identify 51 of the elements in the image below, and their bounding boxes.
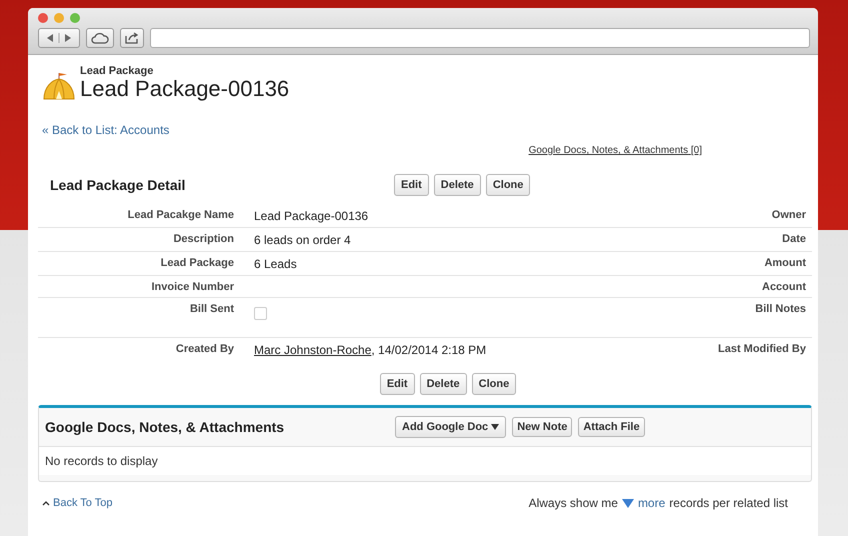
field-label: Last Modified By bbox=[716, 343, 806, 357]
maximize-icon[interactable] bbox=[70, 13, 80, 23]
back-to-top-link[interactable]: Back To Top bbox=[42, 497, 113, 509]
field-label: Owner bbox=[770, 209, 806, 223]
field-label: Bill Sent bbox=[188, 303, 234, 317]
cloud-icon bbox=[91, 32, 109, 44]
record-title: Lead Package-00136 bbox=[80, 77, 290, 101]
field-label: Lead Pacakge Name bbox=[126, 209, 234, 223]
footer-text: records per related list bbox=[669, 496, 788, 510]
chevron-up-icon bbox=[42, 500, 50, 506]
field-label: Description bbox=[172, 233, 234, 247]
close-icon[interactable] bbox=[38, 13, 48, 23]
field-label: Date bbox=[781, 233, 806, 247]
caret-icon bbox=[491, 424, 500, 430]
action-button[interactable]: Edit bbox=[394, 174, 429, 196]
action-button[interactable]: Clone bbox=[486, 174, 530, 196]
field-label: Account bbox=[761, 281, 806, 293]
empty-message: No records to display bbox=[39, 446, 811, 475]
action-button[interactable]: New Note bbox=[512, 417, 572, 437]
field-value: 6 Leads bbox=[254, 257, 298, 271]
tent-icon bbox=[42, 71, 76, 101]
cloud-button[interactable] bbox=[86, 28, 114, 48]
field-label: Invoice Number bbox=[150, 281, 234, 293]
share-button[interactable] bbox=[120, 28, 144, 48]
triangle-down-icon bbox=[622, 498, 634, 508]
user-link[interactable]: Marc Johnston-Roche bbox=[254, 343, 372, 357]
section-title: Lead Package Detail bbox=[50, 177, 186, 193]
field-value: 6 leads on order 4 bbox=[254, 233, 352, 247]
more-link[interactable]: more bbox=[638, 496, 666, 510]
section-title: Google Docs, Notes, & Attachments bbox=[45, 419, 286, 435]
checkbox[interactable] bbox=[254, 307, 267, 320]
back-to-list-link[interactable]: « Back to List: Accounts bbox=[42, 123, 812, 137]
field-label: Created By bbox=[174, 343, 234, 357]
action-button[interactable]: Clone bbox=[472, 373, 516, 395]
field-value: Lead Package-00136 bbox=[254, 209, 370, 223]
action-button[interactable]: Attach File bbox=[578, 417, 645, 437]
field-label: Bill Notes bbox=[754, 303, 806, 317]
related-list-link[interactable]: Google Docs, Notes, & Attachments [0] bbox=[528, 145, 702, 156]
action-button[interactable]: Delete bbox=[420, 373, 467, 395]
field-value: Marc Johnston-Roche, 14/02/2014 2:18 PM bbox=[254, 343, 488, 357]
footer-text: Always show me bbox=[528, 496, 618, 510]
record-type-label: Lead Package bbox=[80, 65, 154, 77]
field-label: Lead Package bbox=[160, 257, 234, 271]
share-icon bbox=[125, 32, 139, 44]
minimize-icon[interactable] bbox=[54, 13, 64, 23]
dropdown-button[interactable]: Add Google Doc bbox=[395, 416, 506, 438]
action-button[interactable]: Delete bbox=[434, 174, 481, 196]
field-label: Amount bbox=[763, 257, 806, 271]
address-bar[interactable] bbox=[150, 28, 810, 48]
action-button[interactable]: Edit bbox=[380, 373, 415, 395]
back-forward-button[interactable] bbox=[38, 28, 80, 48]
